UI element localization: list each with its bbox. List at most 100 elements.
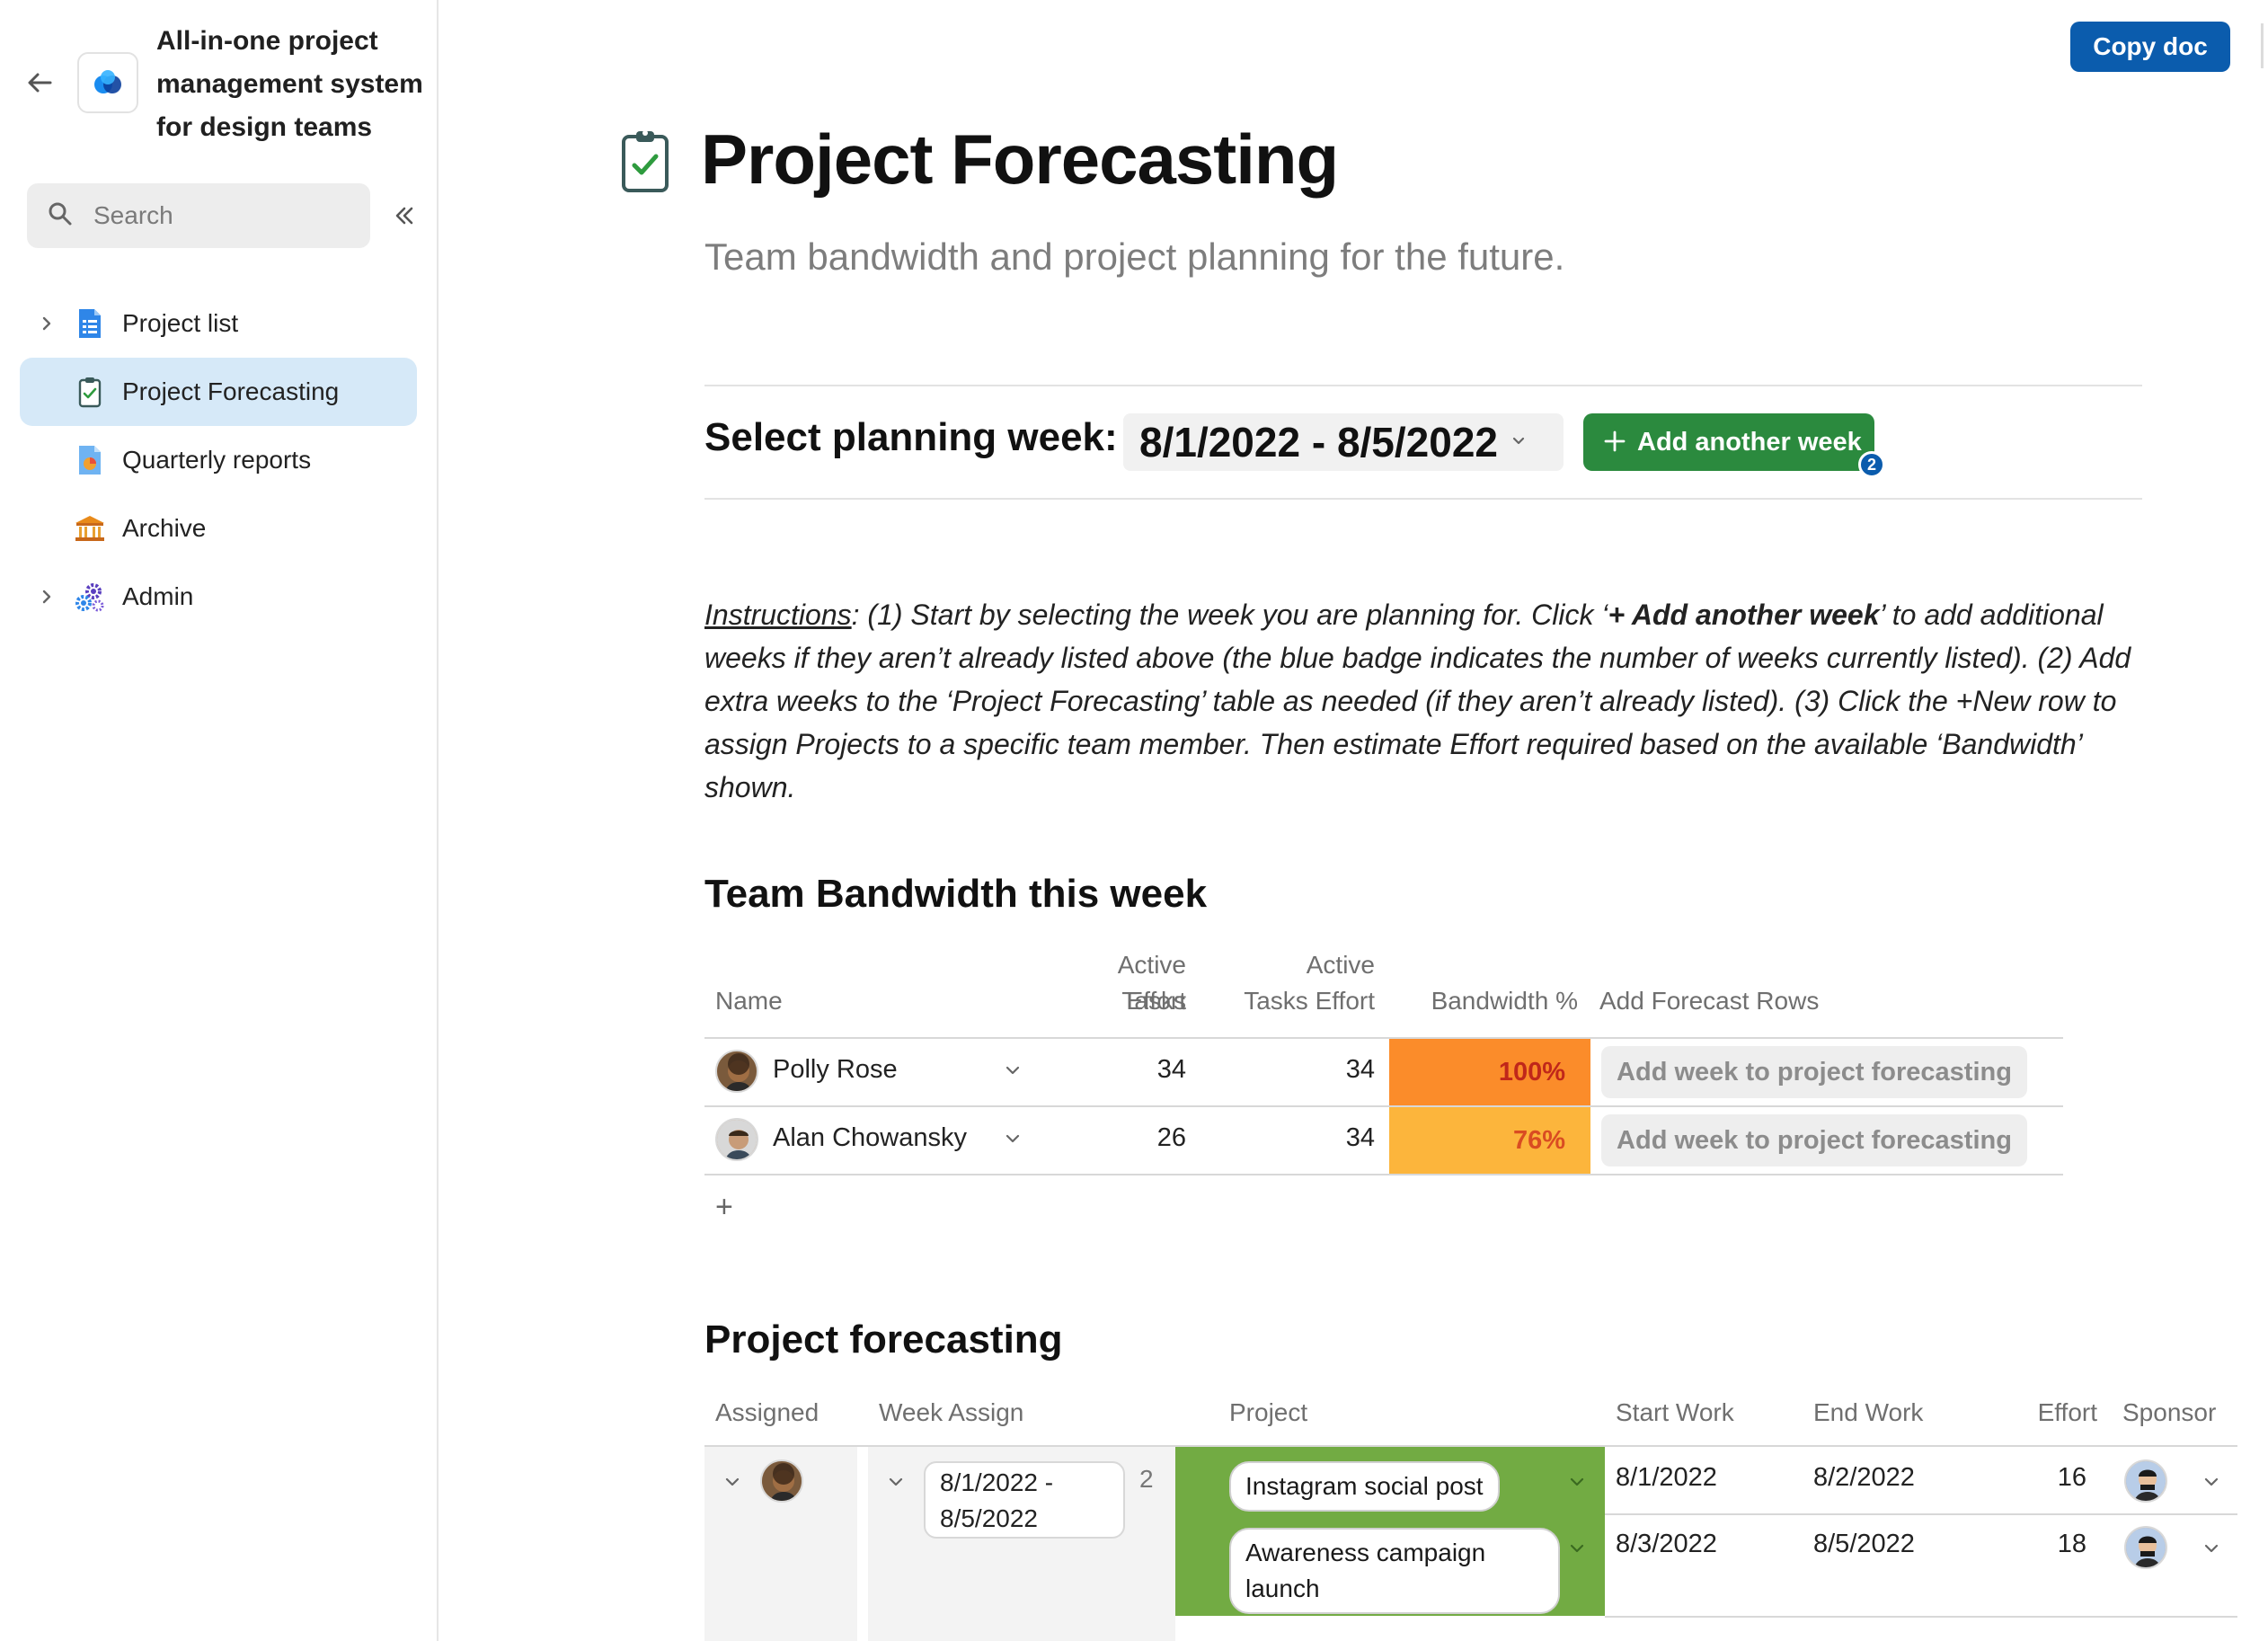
chevron-down-icon[interactable]	[1567, 1539, 1587, 1563]
sponsor-avatar	[2124, 1526, 2167, 1569]
window-edge	[2261, 23, 2268, 68]
instructions-text: Instructions: (1) Start by selecting the…	[704, 593, 2142, 809]
planning-week-label: Select planning week:	[704, 415, 1118, 459]
column-header-sponsor: Sponsor	[2122, 1398, 2217, 1426]
back-arrow-icon[interactable]	[22, 65, 58, 101]
chevron-down-icon[interactable]	[1003, 1129, 1023, 1153]
sidebar-item-quarterly-reports[interactable]: Quarterly reports	[20, 426, 417, 494]
sidebar-item-label: Project list	[122, 309, 239, 337]
avatar	[715, 1118, 758, 1161]
sponsor-avatar	[2124, 1459, 2167, 1503]
team-bandwidth-heading: Team Bandwidth this week	[704, 872, 1208, 916]
chevron-down-icon	[1511, 432, 1527, 453]
sidebar-item-project-forecasting[interactable]: Project Forecasting	[20, 358, 417, 426]
chevron-right-icon[interactable]	[29, 579, 65, 615]
clipboard-check-icon	[72, 374, 108, 410]
column-header-bandwidth: Bandwidth %	[1431, 987, 1578, 1015]
column-header-effort: Effort	[2037, 1398, 2097, 1426]
collapse-sidebar-icon[interactable]	[386, 198, 422, 234]
project-chip[interactable]: Awareness campaign launch	[1229, 1528, 1560, 1614]
doc-title: All-in-one project management system for…	[156, 26, 423, 142]
chevron-down-icon[interactable]	[1567, 1472, 1587, 1496]
plus-icon	[1603, 425, 1626, 459]
doc-logo-icon	[77, 52, 138, 113]
sidebar-item-admin[interactable]: Admin	[20, 563, 417, 631]
add-another-week-button[interactable]: Add another week	[1583, 413, 1874, 471]
page-subtitle: Team bandwidth and project planning for …	[704, 235, 1565, 278]
planning-week-select[interactable]: 8/1/2022 - 8/5/2022	[1123, 413, 1564, 471]
gears-icon	[72, 579, 108, 615]
add-row-button[interactable]: +	[715, 1190, 733, 1225]
member-name: Polly Rose	[773, 1055, 898, 1084]
effort-value: 16	[2057, 1463, 2086, 1492]
chevron-down-icon[interactable]	[2202, 1472, 2221, 1496]
column-header-end-work: End Work	[1813, 1398, 1924, 1426]
end-work-date: 8/5/2022	[1813, 1530, 1915, 1558]
chevron-down-icon[interactable]	[2202, 1539, 2221, 1563]
sidebar-item-label: Quarterly reports	[122, 446, 312, 474]
page-title: Project Forecasting	[701, 120, 1339, 199]
copy-doc-button[interactable]: Copy doc	[2070, 22, 2230, 72]
row-divider	[1605, 1616, 2237, 1618]
chevron-right-icon[interactable]	[29, 306, 65, 342]
add-week-label: Add another week	[1637, 427, 1862, 457]
selected-week: 8/1/2022 - 8/5/2022	[1139, 419, 1498, 466]
row-divider	[1605, 1513, 2237, 1515]
active-tasks-effort-b: 34	[1345, 1123, 1375, 1152]
divider	[704, 385, 2142, 386]
active-tasks-effort-a: 34	[1156, 1055, 1186, 1084]
week-chip-line2: 8/5/2022	[940, 1504, 1038, 1532]
project-chip-line1: Awareness campaign	[1245, 1539, 1486, 1566]
instructions-bold: + Add another week	[1608, 599, 1880, 631]
list-doc-icon	[72, 306, 108, 342]
table-row: Polly Rose 34 34 100% Add week to projec…	[704, 1039, 2063, 1105]
clipboard-check-icon	[620, 128, 670, 194]
project-chip[interactable]: Instagram social post	[1229, 1461, 1500, 1512]
member-name: Alan Chowansky	[773, 1123, 967, 1152]
column-header-effort-b-line1: Active	[1306, 951, 1375, 979]
sidebar-item-label: Project Forecasting	[122, 377, 340, 405]
sidebar-item-project-list[interactable]: Project list	[20, 289, 417, 358]
column-header-assigned: Assigned	[715, 1398, 819, 1426]
sidebar-item-archive[interactable]: Archive	[20, 494, 417, 563]
end-work-date: 8/2/2022	[1813, 1463, 1915, 1492]
chart-doc-icon	[72, 442, 108, 478]
sidebar-item-label: Admin	[122, 582, 194, 610]
active-tasks-effort-b: 34	[1345, 1055, 1375, 1084]
avatar	[760, 1459, 803, 1503]
chevron-down-icon[interactable]	[886, 1472, 906, 1496]
avatar	[715, 1050, 758, 1093]
bandwidth-percent: 76%	[1389, 1107, 1590, 1174]
table-row: Alan Chowansky 26 34 76% Add week to pro…	[704, 1107, 2063, 1174]
add-week-to-forecasting-button[interactable]: Add week to project forecasting	[1601, 1114, 2027, 1166]
weeks-count-badge: 2	[1858, 451, 1885, 478]
divider	[704, 498, 2142, 500]
instructions-part1: : (1) Start by selecting the week you ar…	[851, 599, 1608, 631]
instructions-lead: Instructions	[704, 599, 852, 631]
column-header-effort-b-line2: Tasks Effort	[1244, 987, 1375, 1015]
group-count: 2	[1139, 1465, 1154, 1493]
project-forecasting-heading: Project forecasting	[704, 1317, 1063, 1362]
start-work-date: 8/1/2022	[1616, 1463, 1717, 1492]
row-divider	[704, 1174, 2063, 1175]
column-header-start-work: Start Work	[1616, 1398, 1734, 1426]
bank-icon	[72, 510, 108, 546]
column-header-add-forecast: Add Forecast Rows	[1599, 987, 1820, 1015]
add-week-to-forecasting-button[interactable]: Add week to project forecasting	[1601, 1046, 2027, 1098]
column-header-effort-a-line2: Effort	[1126, 987, 1186, 1015]
week-chip-line1: 8/1/2022 -	[940, 1468, 1054, 1496]
effort-value: 18	[2057, 1530, 2086, 1558]
chevron-down-icon[interactable]	[722, 1472, 742, 1496]
sidebar: All-in-one project management system for…	[0, 0, 439, 1641]
sidebar-nav: Project list Project Forecasting Quarter…	[20, 289, 417, 631]
bandwidth-percent: 100%	[1389, 1039, 1590, 1105]
search-icon	[47, 200, 74, 232]
week-assign-chip[interactable]: 8/1/2022 - 8/5/2022	[924, 1461, 1125, 1539]
search-placeholder: Search	[93, 201, 173, 229]
search-input[interactable]: Search	[27, 183, 370, 248]
column-header-week-assign: Week Assign	[879, 1398, 1024, 1426]
active-tasks-effort-a: 26	[1156, 1123, 1186, 1152]
chevron-down-icon[interactable]	[1003, 1060, 1023, 1085]
column-header-project: Project	[1229, 1398, 1308, 1426]
column-header-name: Name	[715, 987, 783, 1015]
